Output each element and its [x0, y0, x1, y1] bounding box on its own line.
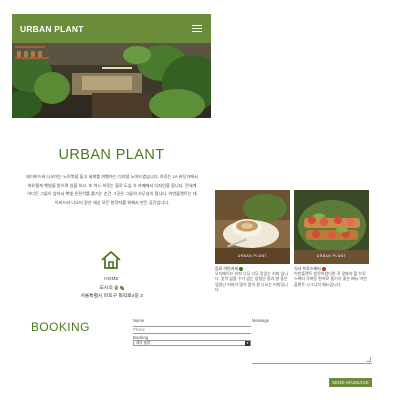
card-caption: 식사 브루스케타 어반플랜트 방문하셨다면 꼭 맛봐야 할 브루스케타 가벼운 … — [294, 266, 369, 287]
header-bar: URBAN PLANT — [12, 14, 211, 43]
coffee-photo: URBAN PLANT — [215, 190, 290, 264]
chevron-down-icon: ▼ — [245, 341, 250, 346]
hero-image — [12, 43, 211, 118]
menu-card-coffee[interactable]: URBAN PLANT 음료 어반커피 오더메이드 커피 너무 너무 맛있는 커… — [215, 190, 290, 292]
phone-field-underline — [133, 333, 251, 334]
name-field[interactable] — [133, 326, 251, 327]
card-description: 오더메이드 커피 너무 너무 맛있는 커피 입니다. 맛이 없을 수가 없는 엄… — [215, 271, 288, 292]
page-title: URBAN PLANT — [58, 147, 165, 163]
card-description: 어반플랜트 방문하셨다면 꼭 맛봐야 할 브루스케타 가벼운 한끼로 즐기기 좋… — [294, 271, 367, 287]
city-name: 도시의 숲 — [99, 286, 119, 291]
message-label: Message — [252, 318, 269, 323]
home-icon — [100, 249, 122, 271]
resize-handle-icon[interactable] — [366, 357, 371, 362]
home-label: HOME — [104, 276, 119, 281]
street-address: 서울특별시 마포구 독막로4길 3 — [80, 293, 143, 299]
card-badge: URBAN PLANT — [237, 254, 268, 258]
send-message-button[interactable]: SEND MASSAGE — [329, 378, 372, 387]
address-block: 도시의 숲 서울특별시 마포구 독막로4길 3 — [12, 285, 211, 300]
card-caption: 음료 어반커피 오더메이드 커피 너무 너무 맛있는 커피 입니다. 맛이 없을… — [215, 266, 290, 292]
booking-selected-value: 예약 종류 — [136, 341, 151, 345]
brand-logo[interactable]: URBAN PLANT — [20, 24, 84, 34]
booking-title: BOOKING — [31, 320, 90, 334]
bruschetta-photo: URBAN PLANT — [294, 190, 369, 264]
hamburger-menu-icon[interactable] — [192, 24, 202, 33]
phone-field[interactable]: Phone — [133, 327, 145, 332]
menu-card-bruschetta[interactable]: URBAN PLANT 식사 브루스케타 어반플랜트 방문하셨다면 꼭 맛봐야 … — [294, 190, 369, 287]
leaf-icon — [119, 285, 124, 290]
card-badge: URBAN PLANT — [316, 254, 347, 258]
message-textarea[interactable] — [252, 324, 372, 364]
intro-paragraph: 데이비드와 나오미는 노트북을 들고 세계를 여행하는 디지털 노마드였습니다.… — [26, 174, 198, 205]
booking-select[interactable]: 예약 종류 ▼ — [133, 340, 251, 346]
name-label: Name — [133, 318, 145, 323]
